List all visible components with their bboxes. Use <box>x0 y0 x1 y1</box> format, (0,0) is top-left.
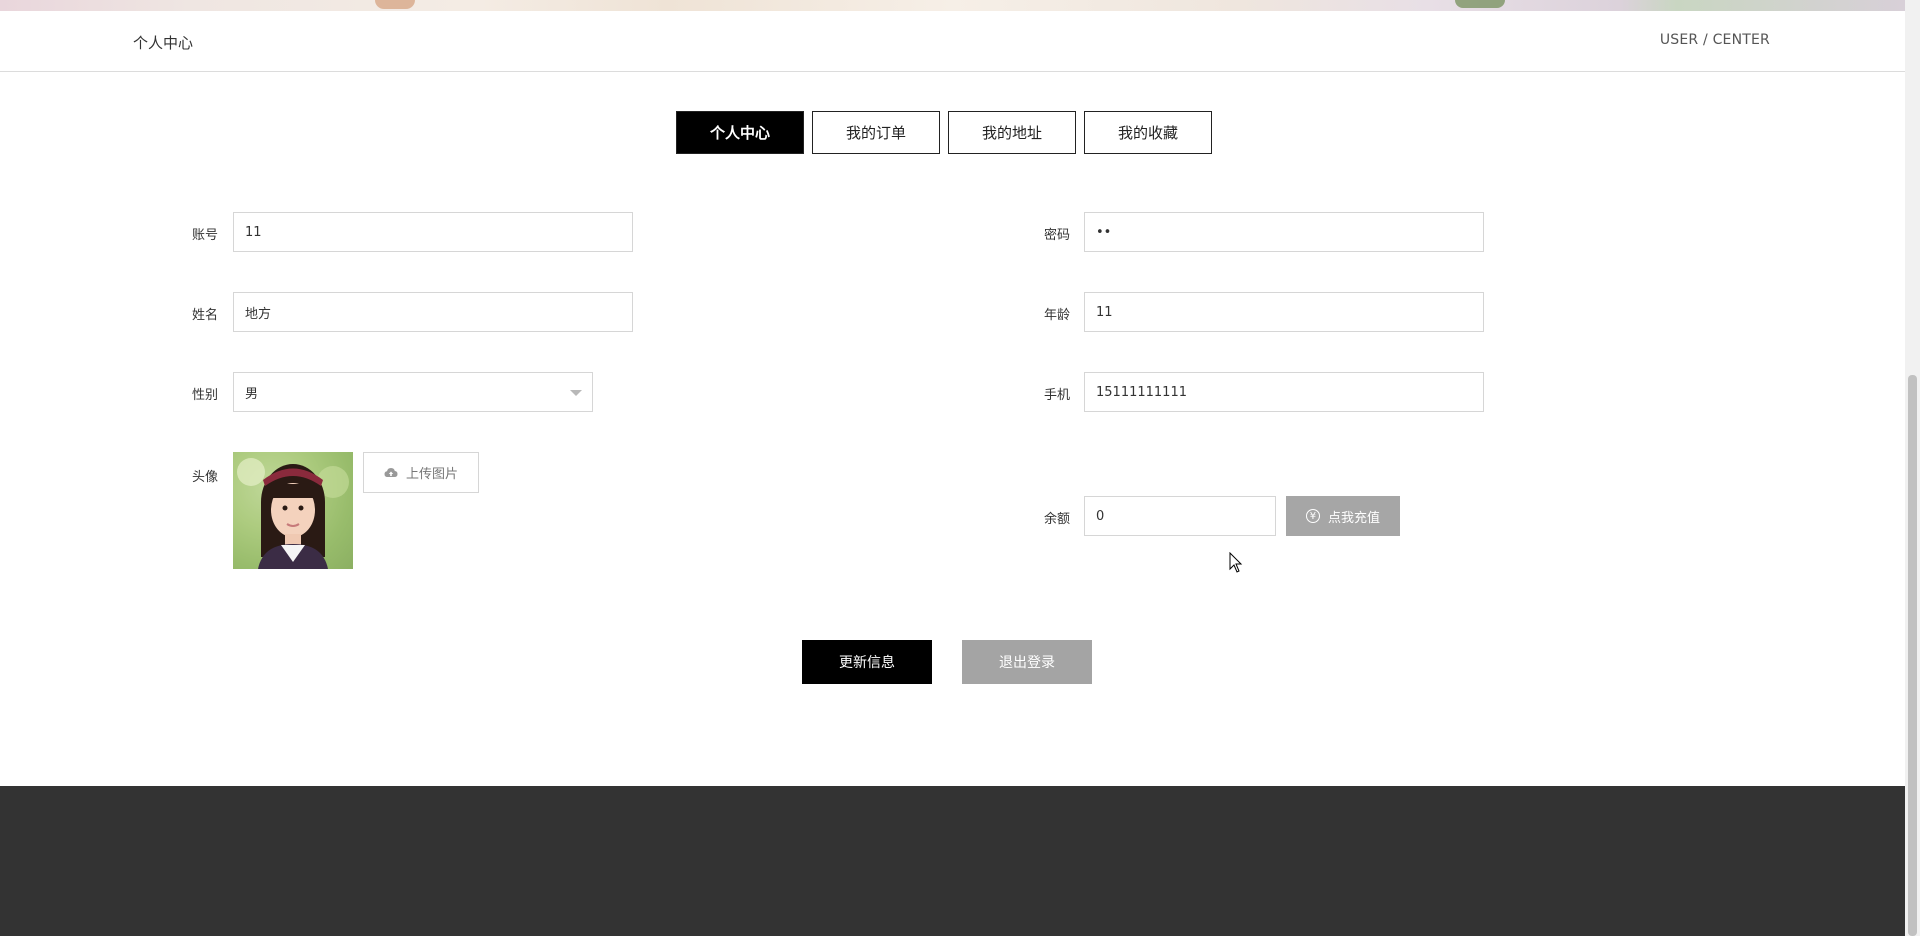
account-input[interactable]: 11 <box>233 212 633 252</box>
password-input[interactable]: •• <box>1084 212 1484 252</box>
name-label: 姓名 <box>191 308 218 323</box>
banner-decoration <box>1455 0 1505 8</box>
scrollbar-thumb[interactable] <box>1908 375 1917 936</box>
gender-selected-value: 男 <box>245 386 259 402</box>
recharge-label: 点我充值 <box>1327 510 1380 526</box>
section-title-english: USER / CENTER <box>1659 32 1770 48</box>
balance-input: 0 <box>1084 496 1276 536</box>
password-label: 密码 <box>1043 228 1070 243</box>
avatar-label: 头像 <box>191 470 218 485</box>
upload-image-label: 上传图片 <box>405 467 458 482</box>
user-center-tabs: 个人中心 我的订单 我的地址 我的收藏 <box>676 111 1212 154</box>
balance-label: 余额 <box>1043 512 1070 527</box>
tab-user-center[interactable]: 个人中心 <box>676 111 804 154</box>
gender-select[interactable]: 男 <box>233 372 593 412</box>
phone-input[interactable]: 15111111111 <box>1084 372 1484 412</box>
recharge-button[interactable]: ¥ 点我充值 <box>1286 496 1400 536</box>
mouse-cursor-icon <box>1229 552 1243 573</box>
age-input[interactable]: 11 <box>1084 292 1484 332</box>
banner-decoration <box>375 0 415 9</box>
tab-my-favorites[interactable]: 我的收藏 <box>1084 111 1212 154</box>
top-banner-image <box>0 0 1905 11</box>
gender-label: 性别 <box>191 388 218 403</box>
cloud-upload-icon <box>384 468 398 477</box>
upload-image-button[interactable]: 上传图片 <box>363 452 479 493</box>
name-input[interactable]: 地方 <box>233 292 633 332</box>
age-label: 年龄 <box>1043 308 1070 323</box>
yen-icon: ¥ <box>1305 509 1320 523</box>
tab-my-orders[interactable]: 我的订单 <box>812 111 940 154</box>
page-subheader: 个人中心 USER / CENTER <box>0 11 1905 72</box>
tab-my-address[interactable]: 我的地址 <box>948 111 1076 154</box>
page-footer <box>0 786 1905 936</box>
phone-label: 手机 <box>1043 388 1070 403</box>
section-title: 个人中心 <box>133 34 194 52</box>
logout-button[interactable]: 退出登录 <box>962 640 1092 684</box>
page-scrollbar[interactable] <box>1905 0 1920 936</box>
avatar-image <box>233 452 353 569</box>
chevron-down-icon <box>570 390 582 396</box>
update-info-button[interactable]: 更新信息 <box>802 640 932 684</box>
account-label: 账号 <box>191 228 218 243</box>
